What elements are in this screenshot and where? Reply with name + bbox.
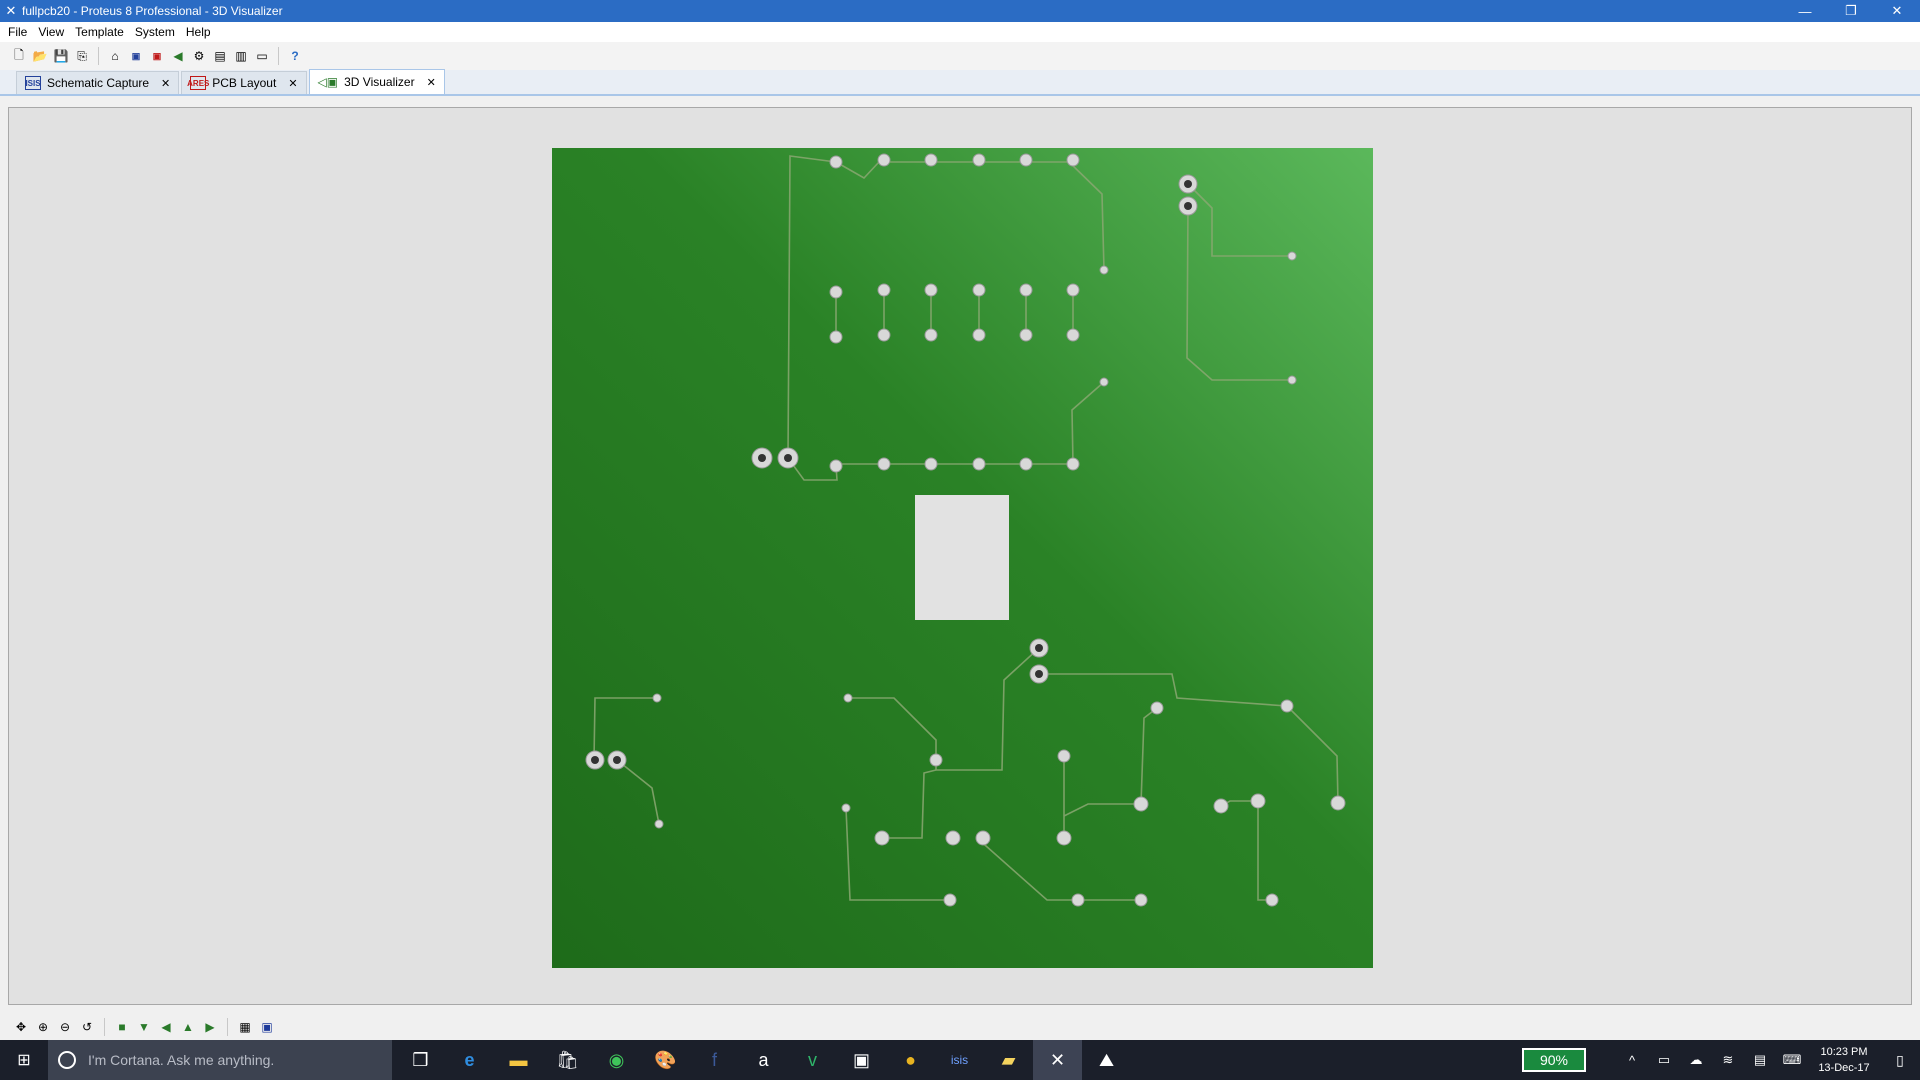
app-icon[interactable]: ▣ [837, 1040, 886, 1080]
home-icon[interactable]: ⌂ [106, 47, 124, 65]
pinned-apps: ❒ e ▬ 🛍 ◉ 🎨 f a v ▣ ● isis ▰ ✕ ⛰ [396, 1040, 1131, 1080]
new-file-icon[interactable]: 🗋 [10, 47, 28, 65]
restore-button[interactable]: ❐ [1828, 0, 1874, 22]
back-view-icon[interactable]: ▲ [179, 1018, 197, 1036]
source-code-icon[interactable]: ▭ [253, 47, 271, 65]
tab-label: PCB Layout [212, 76, 277, 90]
isis-icon[interactable]: isis [935, 1040, 984, 1080]
top-view-icon[interactable]: ■ [113, 1018, 131, 1036]
front-view-icon[interactable]: ▼ [135, 1018, 153, 1036]
zoom-in-icon[interactable]: ⊕ [34, 1018, 52, 1036]
3d-tab-icon: ◁▣ [317, 75, 339, 89]
board-cutout [915, 495, 1009, 620]
save-all-icon[interactable]: ⎘ [73, 47, 91, 65]
store-icon[interactable]: 🛍 [543, 1040, 592, 1080]
toolbar-divider [227, 1018, 228, 1036]
clock-date: 13-Dec-17 [1818, 1062, 1870, 1074]
tab-schematic-capture[interactable]: ISIS Schematic Capture ✕ [16, 71, 180, 94]
pcb-icon[interactable]: ▣ [148, 47, 166, 65]
chrome-icon[interactable]: ● [886, 1040, 935, 1080]
chevron-up-icon[interactable]: ^ [1616, 1053, 1648, 1068]
photos-icon[interactable]: ⛰ [1082, 1040, 1131, 1080]
window-controls: — ❐ ✕ [1782, 0, 1920, 22]
schematic-icon[interactable]: ▣ [127, 47, 145, 65]
windows-taskbar: ⊞ I'm Cortana. Ask me anything. ❒ e ▬ 🛍 … [0, 1040, 1920, 1080]
cortana-icon [58, 1051, 76, 1069]
gerber-icon[interactable]: ⚙ [190, 47, 208, 65]
menu-file[interactable]: File [4, 25, 34, 39]
proteus-taskbar-icon[interactable]: ✕ [1033, 1040, 1082, 1080]
pcb-tab-icon: ARES [187, 76, 209, 90]
orbit-icon[interactable]: ↺ [78, 1018, 96, 1036]
bom-icon[interactable]: ▤ [211, 47, 229, 65]
keyboard-icon[interactable]: ⌨ [1776, 1052, 1808, 1068]
battery-icon[interactable]: ▭ [1648, 1052, 1680, 1068]
close-tab-icon[interactable]: ✕ [282, 77, 297, 90]
tab-3d-visualizer[interactable]: ◁▣ 3D Visualizer ✕ [308, 69, 445, 94]
tab-label: 3D Visualizer [344, 75, 415, 89]
show-board-icon[interactable]: ▣ [258, 1018, 276, 1036]
design-explorer-icon[interactable]: ▥ [232, 47, 250, 65]
pan-icon[interactable]: ✥ [12, 1018, 30, 1036]
tab-bar: ISIS Schematic Capture ✕ ARES PCB Layout… [0, 69, 1920, 96]
close-tab-icon[interactable]: ✕ [421, 76, 436, 89]
schematic-tab-icon: ISIS [25, 76, 41, 90]
vine-icon[interactable]: v [788, 1040, 837, 1080]
zoom-out-icon[interactable]: ⊖ [56, 1018, 74, 1036]
window-title: fullpcb20 - Proteus 8 Professional - 3D … [22, 4, 283, 18]
cortana-placeholder: I'm Cortana. Ask me anything. [88, 1052, 275, 1068]
edge-icon[interactable]: e [445, 1040, 494, 1080]
toolbar-divider [104, 1018, 105, 1036]
right-view-icon[interactable]: ▶ [201, 1018, 219, 1036]
folder-icon[interactable]: ▰ [984, 1040, 1033, 1080]
system-tray: 90% ^ ▭ ☁ ≋ ▤ ⌨ 10:23 PM 13-Dec-17 ▯ [1521, 1040, 1920, 1080]
paint-icon[interactable]: 🎨 [641, 1040, 690, 1080]
tab-label: Schematic Capture [47, 76, 150, 90]
title-bar: ✕ fullpcb20 - Proteus 8 Professional - 3… [0, 0, 1920, 22]
file-explorer-icon[interactable]: ▬ [494, 1040, 543, 1080]
help-icon[interactable]: ? [286, 47, 304, 65]
menu-help[interactable]: Help [182, 25, 218, 39]
view-toolbar: ✥ ⊕ ⊖ ↺ ■ ▼ ◀ ▲ ▶ ▦ ▣ [0, 1014, 1920, 1040]
open-folder-icon[interactable]: 📂 [31, 47, 49, 65]
main-toolbar: 🗋 📂 💾 ⎘ ⌂ ▣ ▣ ◀ ⚙ ▤ ▥ ▭ ? [0, 42, 1920, 70]
tab-pcb-layout[interactable]: ARES PCB Layout ✕ [181, 71, 307, 94]
save-icon[interactable]: 💾 [52, 47, 70, 65]
close-button[interactable]: ✕ [1874, 0, 1920, 22]
3d-viewport[interactable] [8, 107, 1912, 1005]
onedrive-icon[interactable]: ☁ [1680, 1052, 1712, 1068]
menu-template[interactable]: Template [71, 25, 131, 39]
board-layers-icon[interactable]: ▦ [236, 1018, 254, 1036]
clock-time: 10:23 PM [1820, 1046, 1868, 1058]
minimize-button[interactable]: — [1782, 0, 1828, 22]
action-center-icon[interactable]: ▤ [1744, 1052, 1776, 1068]
toolbar-divider [278, 47, 279, 65]
battery-indicator[interactable]: 90% [1521, 1048, 1586, 1072]
toolbar-divider [98, 47, 99, 65]
3d-visualizer-icon[interactable]: ◀ [169, 47, 187, 65]
proteus-icon[interactable]: ✕ [0, 0, 22, 22]
clock[interactable]: 10:23 PM 13-Dec-17 [1808, 1044, 1880, 1076]
cortana-search-box[interactable]: I'm Cortana. Ask me anything. [48, 1040, 392, 1080]
menu-bar: File View Template System Help [0, 22, 1920, 42]
pcb-board[interactable] [552, 148, 1373, 968]
amazon-icon[interactable]: a [739, 1040, 788, 1080]
left-view-icon[interactable]: ◀ [157, 1018, 175, 1036]
task-view-icon[interactable]: ❒ [396, 1040, 445, 1080]
facebook-icon[interactable]: f [690, 1040, 739, 1080]
whatsapp-icon[interactable]: ◉ [592, 1040, 641, 1080]
menu-view[interactable]: View [34, 25, 71, 39]
close-tab-icon[interactable]: ✕ [155, 77, 170, 90]
windows-start-icon[interactable]: ⊞ [0, 1040, 48, 1080]
menu-system[interactable]: System [131, 25, 182, 39]
notifications-icon[interactable]: ▯ [1880, 1052, 1920, 1069]
wifi-icon[interactable]: ≋ [1712, 1052, 1744, 1068]
